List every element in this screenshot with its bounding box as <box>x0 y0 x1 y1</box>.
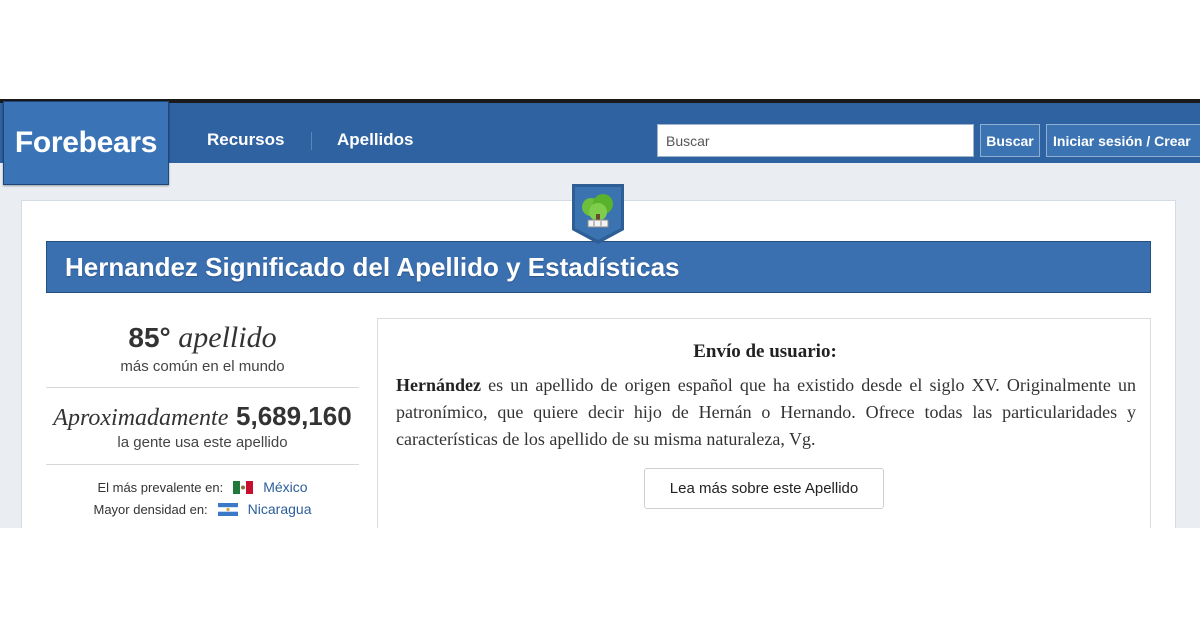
read-more-button[interactable]: Lea más sobre este Apellido <box>644 468 884 509</box>
prevalent-label: El más prevalente en: <box>97 479 224 495</box>
submission-body: es un apellido de origen español que ha … <box>396 375 1136 449</box>
search-button[interactable]: Buscar <box>980 124 1040 157</box>
prevalent-country-link[interactable]: México <box>263 479 307 495</box>
nav-separator <box>311 132 312 150</box>
submission-text: Hernández es un apellido de origen españ… <box>396 372 1136 453</box>
search-input[interactable] <box>657 124 974 157</box>
mexico-flag-icon <box>233 480 254 494</box>
surname-count: 5,689,160 <box>236 401 352 431</box>
navbar: Recursos Apellidos Buscar Iniciar sesión… <box>0 103 1200 163</box>
count-caption: la gente usa este apellido <box>117 434 288 451</box>
count-line: Aproximadamente 5,689,160 <box>46 401 359 432</box>
rank-caption: más común en el mundo <box>120 358 285 375</box>
prevalent-row: El más prevalente en: México <box>46 479 359 495</box>
nav-recursos[interactable]: Recursos <box>207 130 284 150</box>
page-title-bar: Hernandez Significado del Apellido y Est… <box>46 241 1151 293</box>
rank-line: 85° apellido <box>46 321 359 355</box>
approx-word: Aproximadamente <box>53 405 229 431</box>
stats-divider <box>46 387 359 388</box>
density-label: Mayor densidad en: <box>93 501 208 517</box>
search-button-label: Buscar <box>986 132 1034 149</box>
login-button[interactable]: Iniciar sesión / Crear <box>1046 124 1200 157</box>
logo-text: Forebears <box>14 126 158 159</box>
tree-book-icon <box>572 184 624 244</box>
submission-heading: Envío de usuario: <box>693 341 837 362</box>
user-submission-panel: Envío de usuario: Hernández es un apelli… <box>377 318 1151 528</box>
page-title: Hernandez Significado del Apellido y Est… <box>65 251 680 282</box>
screenshot-area: Recursos Apellidos Buscar Iniciar sesión… <box>0 99 1200 528</box>
nicaragua-flag-icon <box>217 502 238 516</box>
submission-surname: Hernández <box>396 375 481 395</box>
density-row: Mayor densidad en: Nicaragua <box>46 501 359 517</box>
stats-divider <box>46 464 359 465</box>
rank-word: apellido <box>178 321 277 354</box>
rank-number: 85° <box>128 322 171 353</box>
nav-apellidos[interactable]: Apellidos <box>337 130 414 150</box>
read-more-label: Lea más sobre este Apellido <box>669 480 859 497</box>
site-logo[interactable]: Forebears <box>3 101 169 185</box>
login-button-label: Iniciar sesión / Crear <box>1053 132 1191 149</box>
density-country-link[interactable]: Nicaragua <box>248 501 312 517</box>
